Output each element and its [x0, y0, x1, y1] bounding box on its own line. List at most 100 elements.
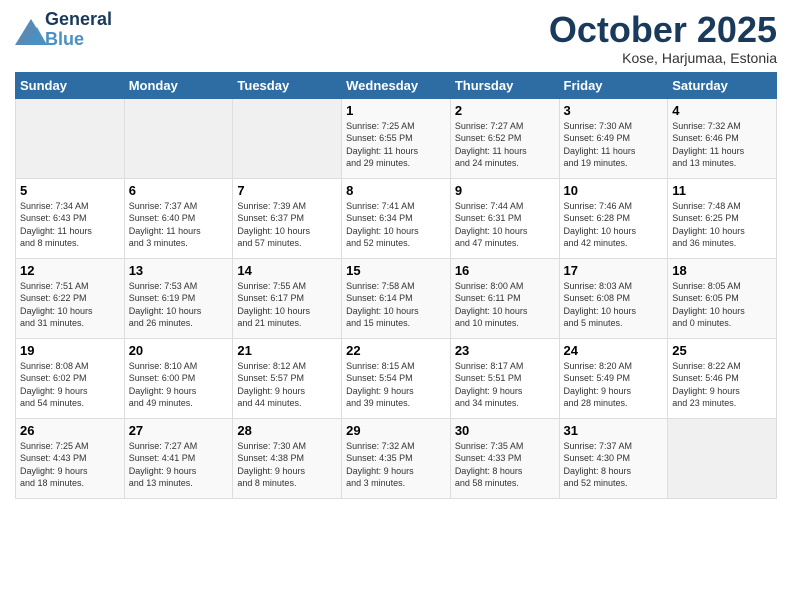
day-number: 18 [672, 263, 772, 278]
title-area: October 2025 Kose, Harjumaa, Estonia [549, 10, 777, 66]
calendar-cell: 19 Sunrise: 8:08 AM Sunset: 6:02 PM Dayli… [16, 338, 125, 418]
day-info: Sunrise: 8:03 AM Sunset: 6:08 PM Dayligh… [564, 280, 664, 330]
day-info: Sunrise: 7:35 AM Sunset: 4:33 PM Dayligh… [455, 440, 555, 490]
day-info: Sunrise: 7:48 AM Sunset: 6:25 PM Dayligh… [672, 200, 772, 250]
day-info: Sunrise: 8:00 AM Sunset: 6:11 PM Dayligh… [455, 280, 555, 330]
calendar-cell: 26 Sunrise: 7:25 AM Sunset: 4:43 PM Dayli… [16, 418, 125, 498]
calendar-cell: 25 Sunrise: 8:22 AM Sunset: 5:46 PM Dayli… [668, 338, 777, 418]
calendar-cell: 6 Sunrise: 7:37 AM Sunset: 6:40 PM Daylig… [124, 178, 233, 258]
week-row-0: 1Sunrise: 7:25 AM Sunset: 6:55 PM Daylig… [16, 98, 777, 178]
calendar-cell: 24Sunrise: 8:20 AM Sunset: 5:49 PM Dayli… [559, 338, 668, 418]
day-number: 25 [672, 343, 772, 358]
day-headers: SundayMondayTuesdayWednesdayThursdayFrid… [16, 72, 777, 98]
day-number: 27 [129, 423, 229, 438]
day-number: 20 [129, 343, 229, 358]
calendar-cell: 23 Sunrise: 8:17 AM Sunset: 5:51 PM Dayli… [450, 338, 559, 418]
calendar-cell: 31Sunrise: 7:37 AM Sunset: 4:30 PM Dayli… [559, 418, 668, 498]
day-number: 24 [564, 343, 664, 358]
day-number: 1 [346, 103, 446, 118]
day-info: Sunrise: 8:08 AM Sunset: 6:02 PM Dayligh… [20, 360, 120, 410]
day-number: 30 [455, 423, 555, 438]
calendar-cell [124, 98, 233, 178]
day-info: Sunrise: 7:37 AM Sunset: 6:40 PM Dayligh… [129, 200, 229, 250]
day-header-saturday: Saturday [668, 72, 777, 98]
day-info: Sunrise: 7:25 AM Sunset: 4:43 PM Dayligh… [20, 440, 120, 490]
calendar-cell: 8Sunrise: 7:41 AM Sunset: 6:34 PM Daylig… [342, 178, 451, 258]
week-row-2: 12 Sunrise: 7:51 AM Sunset: 6:22 PM Dayli… [16, 258, 777, 338]
calendar-table: SundayMondayTuesdayWednesdayThursdayFrid… [15, 72, 777, 499]
day-number: 19 [20, 343, 120, 358]
day-number: 15 [346, 263, 446, 278]
day-info: Sunrise: 8:15 AM Sunset: 5:54 PM Dayligh… [346, 360, 446, 410]
day-number: 26 [20, 423, 120, 438]
calendar-cell: 7 Sunrise: 7:39 AM Sunset: 6:37 PM Daylig… [233, 178, 342, 258]
calendar-cell: 13Sunrise: 7:53 AM Sunset: 6:19 PM Dayli… [124, 258, 233, 338]
day-info: Sunrise: 7:32 AM Sunset: 6:46 PM Dayligh… [672, 120, 772, 170]
day-number: 12 [20, 263, 120, 278]
day-info: Sunrise: 8:10 AM Sunset: 6:00 PM Dayligh… [129, 360, 229, 410]
calendar-cell: 27Sunrise: 7:27 AM Sunset: 4:41 PM Dayli… [124, 418, 233, 498]
day-number: 11 [672, 183, 772, 198]
day-header-sunday: Sunday [16, 72, 125, 98]
day-info: Sunrise: 7:46 AM Sunset: 6:28 PM Dayligh… [564, 200, 664, 250]
day-info: Sunrise: 8:22 AM Sunset: 5:46 PM Dayligh… [672, 360, 772, 410]
day-header-thursday: Thursday [450, 72, 559, 98]
day-header-tuesday: Tuesday [233, 72, 342, 98]
day-info: Sunrise: 7:51 AM Sunset: 6:22 PM Dayligh… [20, 280, 120, 330]
day-info: Sunrise: 7:53 AM Sunset: 6:19 PM Dayligh… [129, 280, 229, 330]
calendar-cell: 11 Sunrise: 7:48 AM Sunset: 6:25 PM Dayli… [668, 178, 777, 258]
calendar-cell: 29 Sunrise: 7:32 AM Sunset: 4:35 PM Dayli… [342, 418, 451, 498]
calendar-cell: 18 Sunrise: 8:05 AM Sunset: 6:05 PM Dayli… [668, 258, 777, 338]
day-number: 7 [237, 183, 337, 198]
day-info: Sunrise: 8:17 AM Sunset: 5:51 PM Dayligh… [455, 360, 555, 410]
day-header-wednesday: Wednesday [342, 72, 451, 98]
logo-icon [15, 19, 43, 41]
calendar-cell: 15Sunrise: 7:58 AM Sunset: 6:14 PM Dayli… [342, 258, 451, 338]
day-info: Sunrise: 8:12 AM Sunset: 5:57 PM Dayligh… [237, 360, 337, 410]
day-info: Sunrise: 7:39 AM Sunset: 6:37 PM Dayligh… [237, 200, 337, 250]
day-number: 14 [237, 263, 337, 278]
day-number: 6 [129, 183, 229, 198]
calendar-cell: 28Sunrise: 7:30 AM Sunset: 4:38 PM Dayli… [233, 418, 342, 498]
day-number: 16 [455, 263, 555, 278]
calendar-cell: 4 Sunrise: 7:32 AM Sunset: 6:46 PM Daylig… [668, 98, 777, 178]
day-number: 31 [564, 423, 664, 438]
day-header-friday: Friday [559, 72, 668, 98]
day-number: 28 [237, 423, 337, 438]
day-info: Sunrise: 7:34 AM Sunset: 6:43 PM Dayligh… [20, 200, 120, 250]
calendar-cell: 22 Sunrise: 8:15 AM Sunset: 5:54 PM Dayli… [342, 338, 451, 418]
day-number: 9 [455, 183, 555, 198]
day-number: 4 [672, 103, 772, 118]
page-container: General Blue October 2025 Kose, Harjumaa… [0, 0, 792, 509]
day-number: 21 [237, 343, 337, 358]
day-number: 5 [20, 183, 120, 198]
day-number: 10 [564, 183, 664, 198]
calendar-cell [668, 418, 777, 498]
day-number: 22 [346, 343, 446, 358]
calendar-cell: 12 Sunrise: 7:51 AM Sunset: 6:22 PM Dayli… [16, 258, 125, 338]
day-info: Sunrise: 8:05 AM Sunset: 6:05 PM Dayligh… [672, 280, 772, 330]
week-row-3: 19 Sunrise: 8:08 AM Sunset: 6:02 PM Dayli… [16, 338, 777, 418]
day-number: 8 [346, 183, 446, 198]
calendar-cell: 10 Sunrise: 7:46 AM Sunset: 6:28 PM Dayli… [559, 178, 668, 258]
header: General Blue October 2025 Kose, Harjumaa… [15, 10, 777, 66]
calendar-cell: 3Sunrise: 7:30 AM Sunset: 6:49 PM Daylig… [559, 98, 668, 178]
day-number: 3 [564, 103, 664, 118]
day-number: 17 [564, 263, 664, 278]
day-info: Sunrise: 7:32 AM Sunset: 4:35 PM Dayligh… [346, 440, 446, 490]
calendar-cell [233, 98, 342, 178]
calendar-cell: 14Sunrise: 7:55 AM Sunset: 6:17 PM Dayli… [233, 258, 342, 338]
day-info: Sunrise: 7:27 AM Sunset: 6:52 PM Dayligh… [455, 120, 555, 170]
day-number: 2 [455, 103, 555, 118]
day-header-monday: Monday [124, 72, 233, 98]
day-number: 29 [346, 423, 446, 438]
calendar-cell: 1Sunrise: 7:25 AM Sunset: 6:55 PM Daylig… [342, 98, 451, 178]
calendar-cell: 2 Sunrise: 7:27 AM Sunset: 6:52 PM Daylig… [450, 98, 559, 178]
week-row-1: 5 Sunrise: 7:34 AM Sunset: 6:43 PM Daylig… [16, 178, 777, 258]
logo: General Blue [15, 10, 112, 50]
month-title: October 2025 [549, 10, 777, 50]
calendar-cell: 5 Sunrise: 7:34 AM Sunset: 6:43 PM Daylig… [16, 178, 125, 258]
day-number: 23 [455, 343, 555, 358]
week-row-4: 26 Sunrise: 7:25 AM Sunset: 4:43 PM Dayli… [16, 418, 777, 498]
calendar-cell [16, 98, 125, 178]
